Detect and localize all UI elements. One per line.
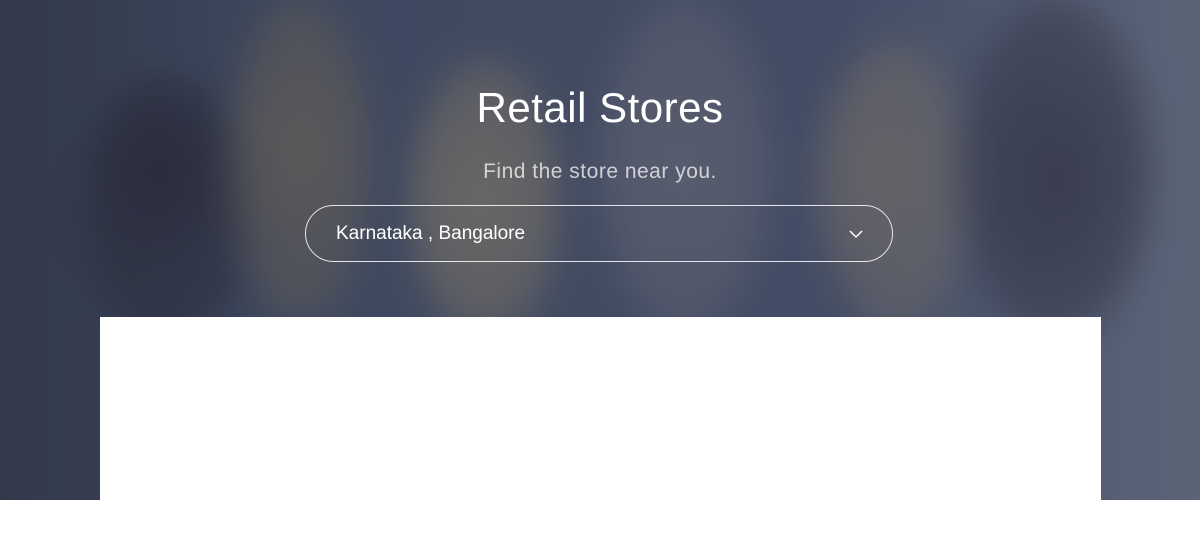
chevron-down-icon — [848, 226, 864, 242]
location-select-value: Karnataka , Bangalore — [336, 223, 526, 244]
page-subtitle: Find the store near you. — [483, 160, 717, 183]
location-select[interactable]: Karnataka , Bangalore — [305, 205, 893, 262]
store-results-panel — [100, 317, 1101, 500]
page-title: Retail Stores — [476, 84, 724, 131]
